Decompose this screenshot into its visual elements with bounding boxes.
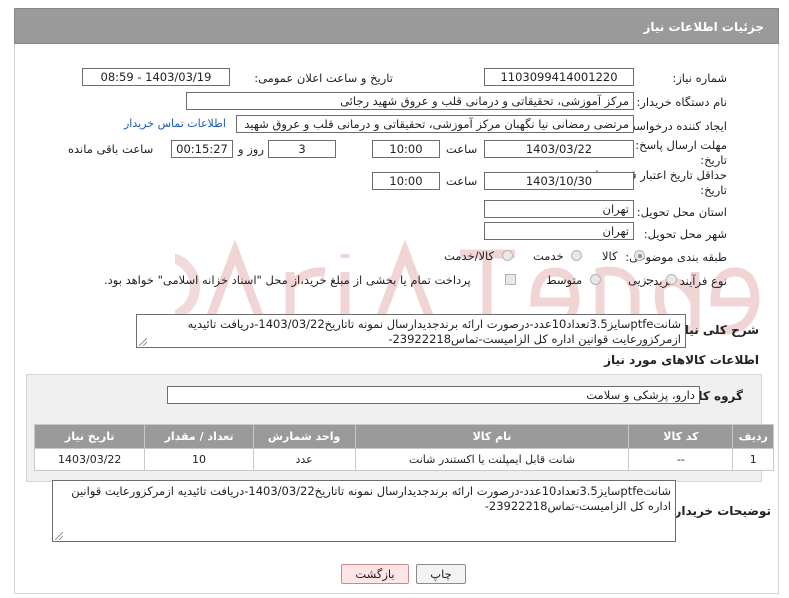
cell-name: شانت قابل ایمپلنت یا اکستندر شانت [354,448,630,471]
cell-unit: عدد [252,448,356,471]
cell-code: -- [628,448,734,471]
remaining-time-field: 00:15:27 [171,140,233,158]
page-title: جزئیات اطلاعات نیاز [643,20,764,34]
buyer-notes-text: شانتptfeسایز3.5تعداد10عدد-درصورت ارائه ب… [71,484,671,513]
category-option-goods: کالا [602,249,618,263]
category-radio-goods[interactable] [634,250,645,261]
col-header-code: کد کالا [628,424,734,449]
goods-info-title: اطلاعات کالاهای مورد نیاز [604,353,759,367]
purchase-type-label: نوع فرآیند خرید : [645,274,727,288]
purchase-option-minor: جزیی [628,273,655,287]
requester-field: مرتضی رمضانی نیا نگهبان مرکز آموزشی، تحق… [236,115,634,133]
cell-qty: 10 [144,448,254,471]
need-number-label: شماره نیاز: [672,71,727,85]
col-header-unit: واحد شمارش [252,424,356,449]
summary-textarea[interactable]: شانتptfeسایز3.5تعداد10عدد-درصورت ارائه ب… [136,314,686,348]
col-header-qty: تعداد / مقدار [144,424,254,449]
requester-label: ایجاد کننده درخواست: [621,119,727,133]
buyer-org-label: نام دستگاه خریدار: [636,95,727,109]
goods-table: ردیف کد کالا نام کالا واحد شمارش تعداد /… [33,424,774,471]
deadline-label-line2: تاریخ: [700,153,727,167]
price-validity-date-field: 1403/10/30 [484,172,634,190]
need-number-field: 1103099414001220 [484,68,634,86]
page-header: جزئیات اطلاعات نیاز [14,8,779,44]
buyer-notes-label: توضیحات خریدار: [669,504,771,518]
category-radio-service[interactable] [571,250,582,261]
summary-text: شانتptfeسایز3.5تعداد10عدد-درصورت ارائه ب… [187,317,681,346]
deadline-time-field: 10:00 [372,140,440,158]
purchase-option-medium: متوسط [546,273,583,287]
col-header-row: ردیف [732,424,774,449]
cell-date: 1403/03/22 [33,448,146,471]
price-validity-label-line2: تاریخ: [700,183,727,197]
category-option-service: خدمت [533,249,564,263]
purchase-radio-minor[interactable] [666,274,677,285]
category-option-goods-service: کالا/خدمت [444,249,495,263]
cell-row-number: 1 [732,448,774,471]
price-validity-time-label: ساعت [446,174,478,188]
deadline-label: مهلت ارسال پاسخ: تا [624,138,727,152]
city-field: تهران [484,222,634,240]
deadline-time-label: ساعت [446,142,478,156]
table-row: 1 -- شانت قابل ایمپلنت یا اکستندر شانت ع… [33,448,774,471]
treasury-note: پرداخت تمام یا بخشی از مبلغ خرید،از محل … [104,273,471,287]
goods-group-field: دارو، پزشکی و سلامت [167,386,700,404]
province-field: تهران [484,200,634,218]
deadline-date-field: 1403/03/22 [484,140,634,158]
province-label: استان محل تحویل: [636,205,727,219]
resize-grip-icon[interactable] [139,338,147,346]
back-button[interactable]: بازگشت [341,564,409,584]
print-button[interactable]: چاپ [416,564,466,584]
remaining-days-field: 3 [268,140,336,158]
announce-datetime-label: تاریخ و ساعت اعلان عمومی: [254,71,393,85]
category-radio-goods-service[interactable] [502,250,513,261]
remaining-time-label: ساعت باقی مانده [68,142,154,156]
remaining-days-label: روز و [238,142,264,156]
buyer-contact-link[interactable]: اطلاعات تماس خریدار [124,117,226,130]
buyer-org-field: مرکز آموزشی، تحقیقاتی و درمانی قلب و عرو… [186,92,634,110]
col-header-date: تاریخ نیاز [33,424,146,449]
announce-datetime-field: 1403/03/19 - 08:59 [82,68,230,86]
resize-grip-icon[interactable] [55,532,63,540]
col-header-name: نام کالا [354,424,630,449]
table-header-row: ردیف کد کالا نام کالا واحد شمارش تعداد /… [33,424,774,449]
city-label: شهر محل تحویل: [643,227,727,241]
purchase-radio-medium[interactable] [590,274,601,285]
price-validity-time-field: 10:00 [372,172,440,190]
treasury-checkbox[interactable] [505,274,516,285]
buyer-notes-textarea[interactable]: شانتptfeسایز3.5تعداد10عدد-درصورت ارائه ب… [52,480,676,542]
